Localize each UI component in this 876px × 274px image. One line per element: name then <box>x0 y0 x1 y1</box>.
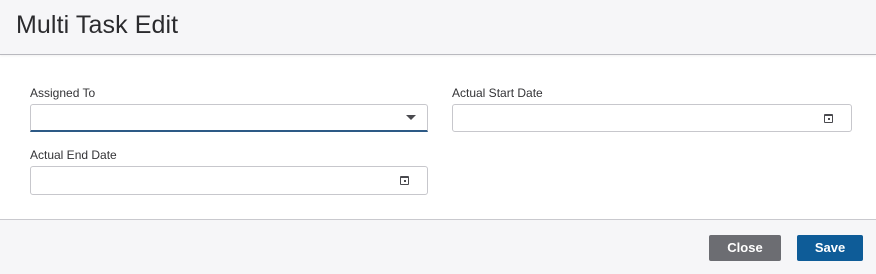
multi-task-edit-dialog: Multi Task Edit Assigned To Actual Start… <box>0 0 876 274</box>
dialog-header: Multi Task Edit <box>0 0 876 55</box>
dialog-title: Multi Task Edit <box>16 11 179 39</box>
assigned-to-label: Assigned To <box>30 86 96 100</box>
calendar-icon[interactable] <box>824 114 833 123</box>
actual-start-date-label: Actual Start Date <box>452 86 543 100</box>
actual-start-date-input[interactable] <box>452 104 852 132</box>
assigned-to-select[interactable] <box>30 104 428 132</box>
calendar-icon[interactable] <box>400 176 409 185</box>
dialog-footer: Close Save <box>0 219 876 274</box>
save-button[interactable]: Save <box>797 235 863 261</box>
actual-end-date-input[interactable] <box>30 166 428 195</box>
chevron-down-icon[interactable] <box>406 115 416 120</box>
actual-end-date-label: Actual End Date <box>30 148 117 162</box>
close-button[interactable]: Close <box>709 235 781 261</box>
